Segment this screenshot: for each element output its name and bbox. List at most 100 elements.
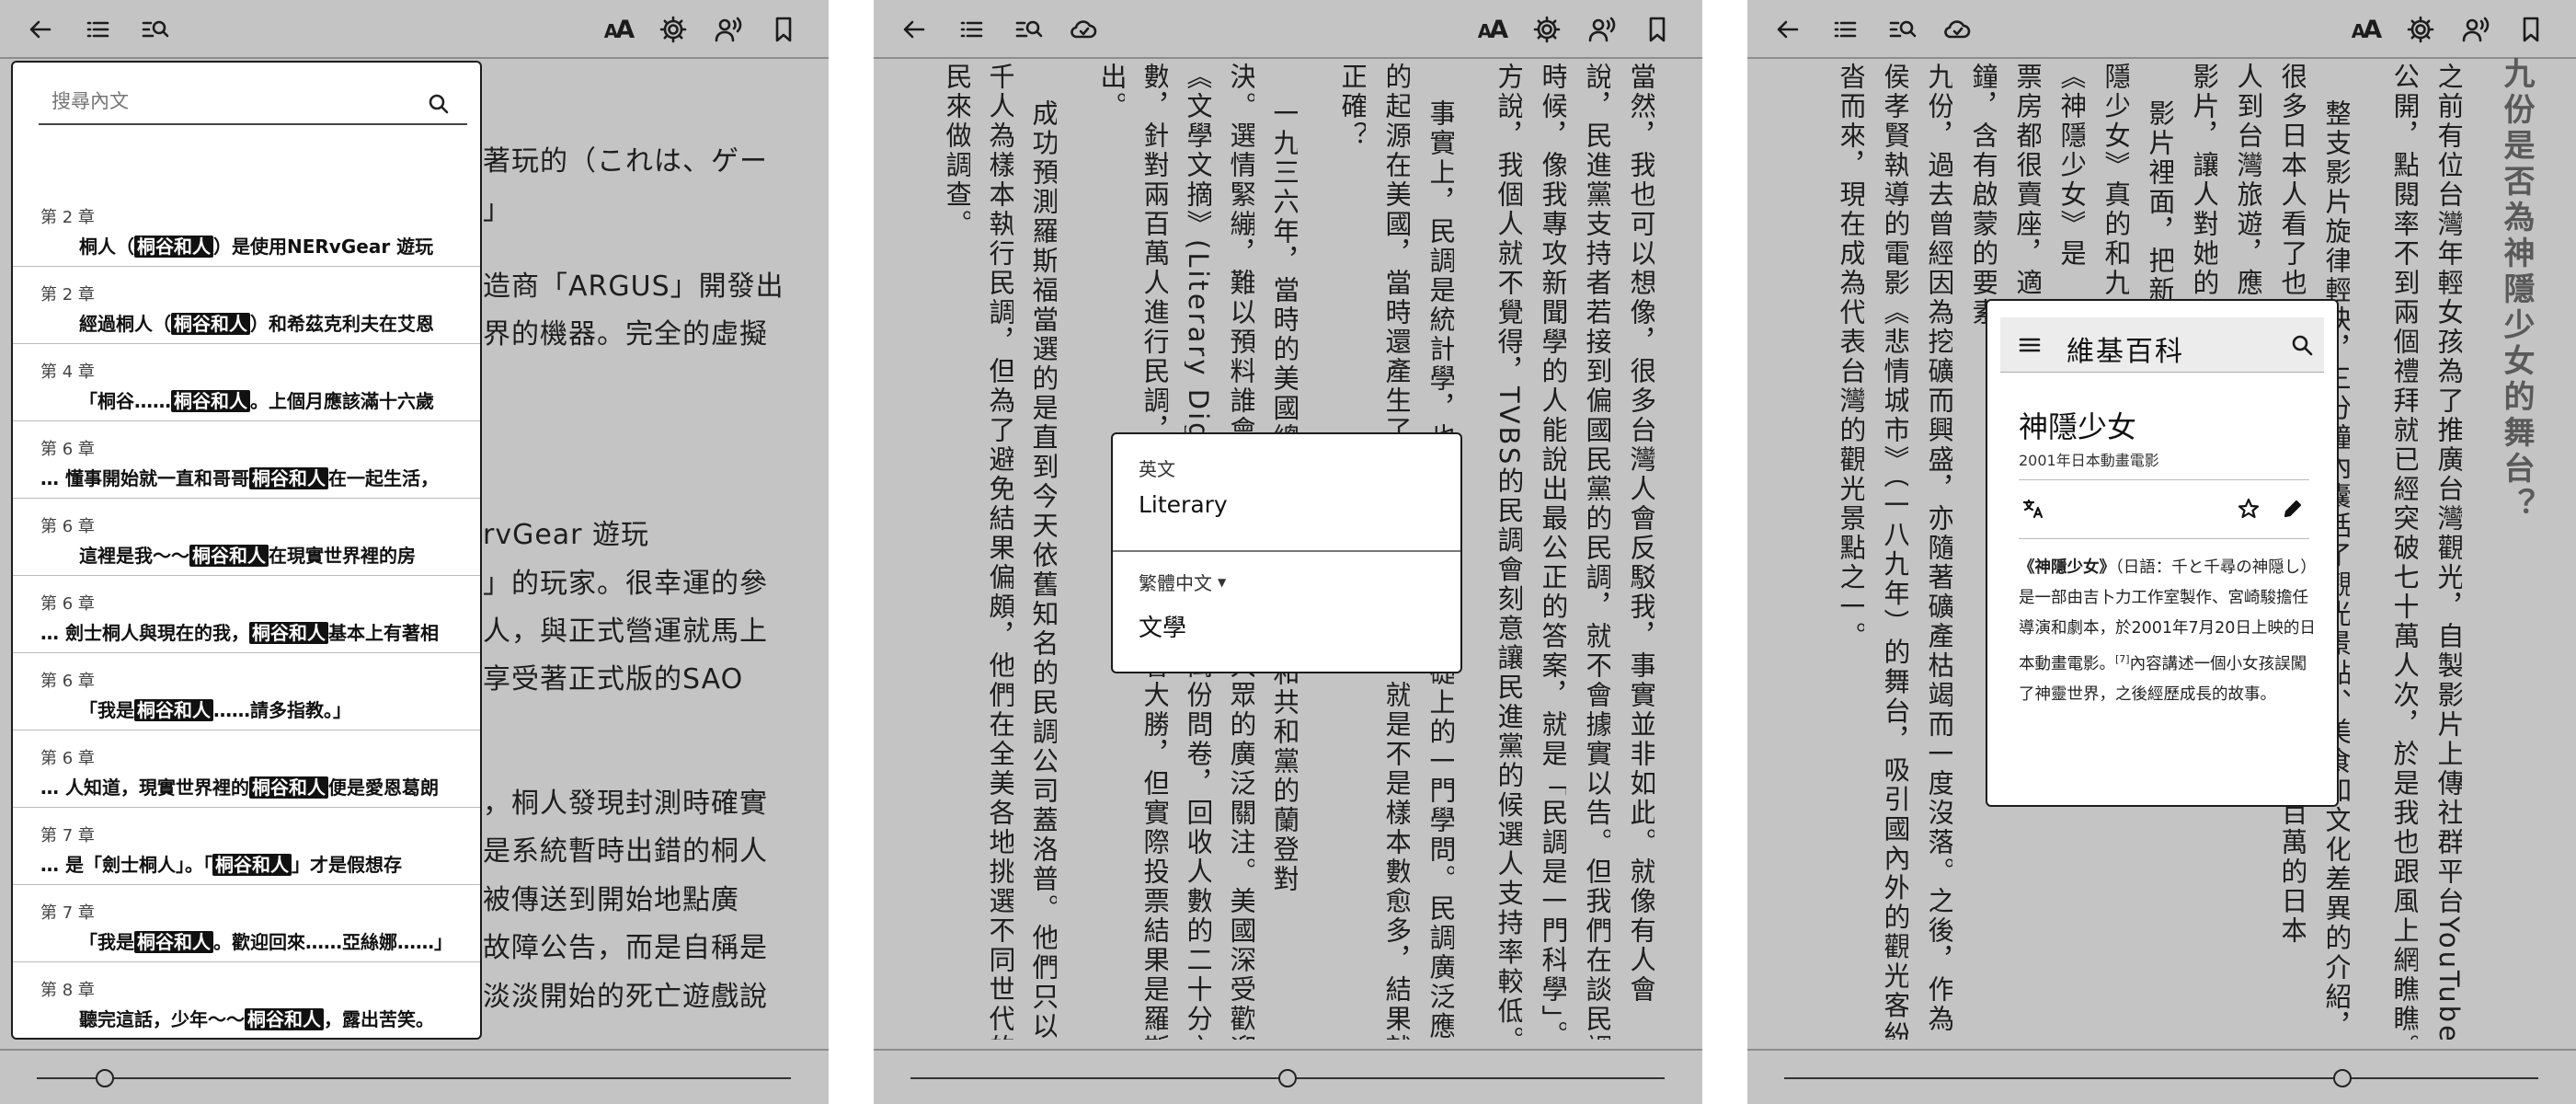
font-size-icon[interactable]: AA [2345,9,2386,50]
text-line: rvGear 遊玩 [483,519,650,551]
speaker-person-icon[interactable] [708,9,749,50]
reader-panel-wiki: AA 九份是否為神隱少女的舞台？ 之前有位台灣年輕女孩為了推廣台灣觀光，自製影片… [1747,0,2576,1104]
list-icon[interactable] [77,9,118,50]
text-column: 九份，過去曾經因為挖礦而興盛，亦隨著礦產枯竭而一度沒落。之後，作為 [1926,63,1952,1034]
search-highlight: 桐谷和人 [134,931,213,953]
arrow-left-icon[interactable] [20,9,61,50]
edit-pencil-icon[interactable] [2278,494,2307,523]
source-text: Literary [1139,491,1228,518]
snippet-after: ，露出苦笑。 [324,1008,434,1030]
gear-icon[interactable] [653,9,693,50]
bookmark-icon[interactable] [2511,9,2551,50]
chapter-label: 第 7 章 [40,903,95,923]
source-language-label: 英文 [1139,458,1175,480]
list-icon[interactable] [1825,9,1865,50]
result-snippet: … 劍士桐人與現在的我， 桐谷和人 基本上有著相 [40,618,439,645]
search-result-item[interactable]: 第 6 章 … 人知道，現實世界裡的 桐谷和人 便是愛恩葛朗 [13,730,480,808]
result-snippet: … 懂事開始就一直和哥哥 桐谷和人 在一起生活， [40,464,439,490]
article-bold-title: 《神隱少女》 [2019,558,2115,577]
search-highlight: 桐谷和人 [248,622,328,644]
arrow-left-icon[interactable] [1768,9,1808,50]
progress-track[interactable] [1784,1077,2538,1079]
gear-icon[interactable] [1527,9,1567,50]
wiki-header: 維基百科 [2000,317,2324,373]
search-result-item[interactable]: 第 6 章 … 劍士桐人與現在的我， 桐谷和人 基本上有著相 [13,576,480,653]
caret-down-icon: ▼ [1218,575,1227,589]
arrow-left-icon[interactable] [894,9,934,50]
search-icon[interactable] [2282,325,2322,365]
divider [2019,538,2309,539]
result-snippet: 「桐谷…… 桐谷和人 。上個月應該滿十六歲 [79,386,434,413]
search-input[interactable] [39,79,467,125]
search-result-item[interactable]: 第 6 章 … 懂事開始就一直和哥哥 桐谷和人 在一起生活， [13,421,480,499]
search-result-item[interactable]: 第 8 章聽完這話，少年～～ 桐谷和人 ，露出苦笑。 [13,962,480,1038]
result-snippet: 聽完這話，少年～～ 桐谷和人 ，露出苦笑。 [79,1005,434,1031]
top-toolbar: AA [874,0,1702,59]
chapter-label: 第 6 章 [40,594,95,614]
font-size-icon[interactable]: AA [1471,9,1512,50]
search-highlight: 桐谷和人 [171,313,250,335]
search-result-item[interactable]: 第 2 章經過桐人（ 桐谷和人 ）和希茲克利夫在艾恩 [13,267,480,344]
bookmark-icon[interactable] [763,9,804,50]
speaker-person-icon[interactable] [1582,9,1622,50]
text-column: 《神隱少女》是 [2058,63,2085,269]
top-toolbar: AA [0,0,829,59]
target-language-select[interactable]: 繁體中文 ▼ [1139,569,1226,595]
text-line: ，桐人發現封測時確實 [483,788,768,820]
cloud-check-icon[interactable] [1063,9,1104,50]
text-column: 鐘，含有啟蒙的要素 [1970,63,1997,328]
hamburger-menu-icon[interactable] [2009,325,2050,365]
search-highlight: 桐谷和人 [245,1008,324,1030]
target-language-label: 繁體中文 [1139,572,1212,594]
search-result-item[interactable]: 第 7 章「我是 桐谷和人 。歡迎回來……亞絲娜……」 [13,885,480,962]
progress-knob[interactable] [95,1069,114,1087]
search-list-icon[interactable] [1008,9,1048,50]
search-highlight: 桐谷和人 [134,699,213,721]
text-column: 民來做調查。 [944,63,970,239]
result-snippet: 經過桐人（ 桐谷和人 ）和希茲克利夫在艾恩 [79,309,434,336]
search-list-icon[interactable] [134,9,175,50]
search-result-item[interactable]: 第 6 章這裡是我～～ 桐谷和人 在現實世界裡的房 [13,499,480,576]
search-result-item[interactable]: 第 2 章桐人（ 桐谷和人 ）是使用NERvGear 遊玩 [13,190,480,267]
result-snippet: 這裡是我～～ 桐谷和人 在現實世界裡的房 [79,541,416,568]
text-column: 成功預測羅斯福當選的是直到今天依舊知名的民調公司蓋洛普。他們只以三 [1030,99,1057,1040]
progress-knob[interactable] [1278,1069,1297,1087]
snippet-after: 」才是假想存 [291,854,402,876]
progress-knob[interactable] [2332,1069,2352,1087]
text-column: 當然，我也可以想像，很多台灣人會反駁我，事實並非如此。就像有人會 [1628,63,1654,1005]
translate-popup: 英文 Literary 繁體中文 ▼ 文學 [1111,432,1462,673]
text-line: 著玩的（これは、ゲー [483,145,768,178]
text-column: 影片裡面，把新 [2147,99,2173,305]
text-column: 隱少女》真的和九份 [2102,63,2129,328]
divider [2019,479,2309,480]
translate-icon[interactable] [2019,494,2048,523]
result-snippet: 桐人（ 桐谷和人 ）是使用NERvGear 遊玩 [79,232,433,259]
text-line: 」 [483,194,511,226]
snippet-before: … 人知道，現實世界裡的 [40,776,249,799]
translated-text: 文學 [1139,615,1187,642]
text-column: 公開，點閱率不到兩個禮拜就已經突破七十萬人次，於是我也跟風上網瞧瞧。 [2391,63,2418,1040]
search-result-item[interactable]: 第 4 章「桐谷…… 桐谷和人 。上個月應該滿十六歲 [13,344,480,421]
star-icon[interactable] [2234,494,2263,523]
panel-gap [829,0,874,1104]
result-snippet: … 是「劍士桐人」。「 桐谷和人 」才是假想存 [40,850,402,877]
text-column: 千人為樣本執行民調，但為了避免結果偏頗，他們在全美各地挑選不同世代的選 [987,63,1013,1040]
bookmark-icon[interactable] [1637,9,1677,50]
snippet-before: 這裡是我～～ [79,545,189,567]
search-list-icon[interactable] [1882,9,1922,50]
search-result-item[interactable]: 第 6 章「我是 桐谷和人 ……請多指教。」 [13,653,480,730]
reader-panel-search: AA 著玩的（これは、ゲー 」 造商「ARGUS」開發出 界的機器。完全的虛擬 … [0,0,829,1104]
speaker-person-icon[interactable] [2456,9,2496,50]
snippet-after: 。歡迎回來……亞絲娜……」 [213,931,452,953]
list-icon[interactable] [951,9,991,50]
gear-icon[interactable] [2400,9,2441,50]
search-result-item[interactable]: 第 7 章 … 是「劍士桐人」。「 桐谷和人 」才是假想存 [13,808,480,885]
progress-track[interactable] [37,1077,791,1079]
search-icon[interactable] [423,88,454,120]
snippet-after: 基本上有著相 [327,622,439,644]
reference-link[interactable]: [7] [2115,653,2130,665]
text-column: 票房都很賣座，適合 [2014,63,2041,328]
font-size-icon[interactable]: AA [598,9,638,50]
cloud-check-icon[interactable] [1937,9,1977,50]
snippet-after: 在一起生活， [327,467,439,489]
